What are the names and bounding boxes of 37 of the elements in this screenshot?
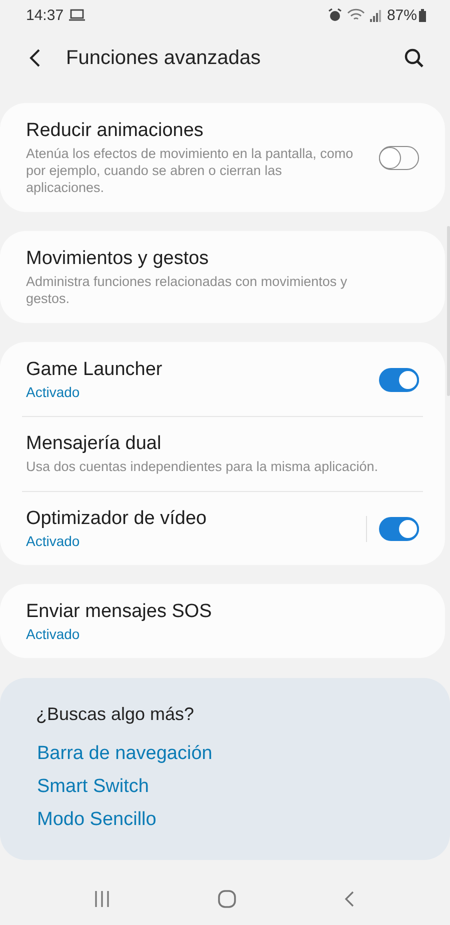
settings-row[interactable]: Optimizador de vídeo Activado <box>0 491 445 565</box>
settings-row[interactable]: Mensajería dual Usa dos cuentas independientes para la misma aplicación. <box>0 416 445 491</box>
setting-title: Movimientos y gestos <box>26 248 210 270</box>
suggestion-link[interactable]: Barra de navegación <box>37 743 212 765</box>
laptop-icon <box>68 9 85 21</box>
toggle-switch[interactable] <box>379 368 419 392</box>
status-time: 14:37 <box>26 6 64 24</box>
setting-title: Mensajería dual <box>26 433 162 455</box>
suggestion-link[interactable]: Modo Sencillo <box>37 809 156 831</box>
setting-status: Activado <box>26 533 81 549</box>
setting-title: Optimizador de vídeo <box>26 508 208 530</box>
setting-title: Enviar mensajes SOS <box>26 601 213 623</box>
toggle-switch[interactable] <box>379 516 419 540</box>
screen-title: Funciones avanzadas <box>66 46 262 70</box>
search-icon <box>404 48 424 68</box>
toggle-switch[interactable] <box>379 146 419 170</box>
battery-percentage: 87% <box>386 6 417 24</box>
back-icon <box>28 48 42 68</box>
signal-icon <box>370 8 382 22</box>
settings-row[interactable]: Movimientos y gestos Administra funciones relacionadas con movimientos y gestos. <box>0 231 445 323</box>
settings-row[interactable]: Game Launcher Activado <box>0 342 445 416</box>
settings-row[interactable]: Reducir animaciones Atenúa los efectos de movimiento en la pantalla, como por ejemplo, cuando se abren o cierran las aplicaciones. <box>0 103 445 212</box>
recent-apps-icon <box>93 890 111 908</box>
wifi-icon <box>346 8 365 22</box>
setting-description: Atenúa los efectos de movimiento en la pantalla, como por ejemplo, cuando se abren o cierran las aplicaciones. <box>26 145 354 196</box>
setting-title: Reducir animaciones <box>26 120 204 142</box>
setting-title: Game Launcher <box>26 359 164 381</box>
setting-description: Usa dos cuentas independientes para la misma aplicación. <box>26 458 379 475</box>
setting-description: Administra funciones relacionadas con movimientos y gestos. <box>26 273 348 307</box>
suggestion-link[interactable]: Smart Switch <box>37 776 149 798</box>
suggestions-title: ¿Buscas algo más? <box>36 704 196 725</box>
settings-row[interactable]: Enviar mensajes SOS Activado <box>0 584 445 658</box>
setting-status: Activado <box>26 626 81 642</box>
alarm-icon <box>328 8 342 22</box>
battery-icon <box>419 8 426 22</box>
setting-status: Activado <box>26 384 81 400</box>
home-icon <box>217 888 237 908</box>
